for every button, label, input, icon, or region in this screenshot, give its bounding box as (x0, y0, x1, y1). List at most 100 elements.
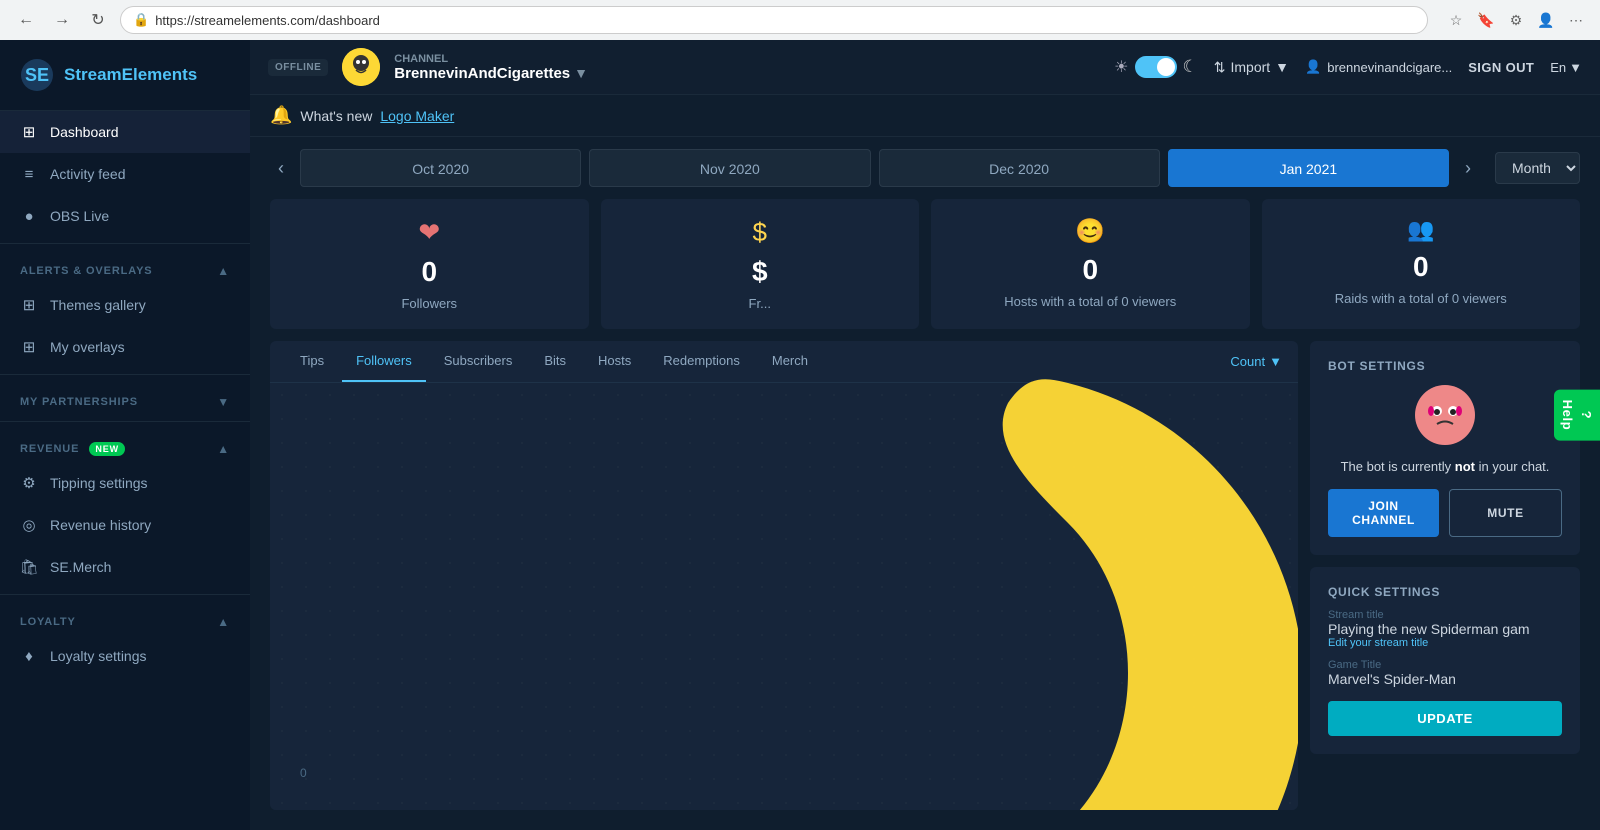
tab-tips[interactable]: Tips (286, 341, 338, 382)
app-layout: SE StreamElements ⊞ Dashboard ≡ Activity… (0, 40, 1600, 830)
stat-card-hosts: 😊 0 Hosts with a total of 0 viewers (931, 199, 1250, 329)
game-title-value: Marvel's Spider-Man (1328, 671, 1562, 687)
channel-dropdown-icon[interactable]: ▼ (574, 65, 588, 81)
hosts-label: Hosts with a total of 0 viewers (1004, 294, 1176, 309)
help-button[interactable]: ? Help (1554, 390, 1600, 441)
sidebar-item-dashboard[interactable]: ⊞ Dashboard (0, 111, 250, 153)
tab-followers[interactable]: Followers (342, 341, 426, 382)
section-alerts-overlays: ALERTS & OVERLAYS ▲ (0, 250, 250, 284)
raids-value: 0 (1413, 251, 1429, 283)
tipping-settings-icon: ⚙ (20, 474, 38, 492)
sidebar-item-se-merch[interactable]: 🛍 SE.Merch (0, 546, 250, 588)
game-title-field: Game Title Marvel's Spider-Man (1328, 659, 1562, 687)
sun-icon: ☀ (1114, 57, 1128, 77)
star-icon[interactable]: ☆ (1444, 8, 1468, 32)
divider-4 (0, 594, 250, 595)
month-oct-2020-button[interactable]: Oct 2020 (300, 149, 581, 187)
tips-label: Fr... (749, 296, 771, 311)
tab-subscribers[interactable]: Subscribers (430, 341, 527, 382)
bot-status-text: The bot is currently not in your chat. (1341, 457, 1550, 477)
sidebar: SE StreamElements ⊞ Dashboard ≡ Activity… (0, 40, 250, 830)
bot-settings-title: BOT SETTINGS (1328, 359, 1425, 373)
stat-card-tips: $ $ Fr... (601, 199, 920, 329)
import-chevron-icon: ▼ (1275, 59, 1289, 75)
forward-button[interactable]: → (48, 6, 76, 34)
edit-stream-title-link[interactable]: Edit your stream title (1328, 637, 1562, 649)
import-button[interactable]: ⇅ Import ▼ (1214, 59, 1289, 76)
section-partnerships: MY PARTNERSHIPS ▼ (0, 381, 250, 415)
signout-button[interactable]: SIGN OUT (1468, 60, 1534, 75)
stream-title-value: Playing the new Spiderman gam (1328, 621, 1562, 637)
bot-settings-card: BOT SETTINGS (1310, 341, 1580, 555)
sidebar-item-revenue-history[interactable]: ◎ Revenue history (0, 504, 250, 546)
activity-feed-icon: ≡ (20, 165, 38, 183)
help-icon: ? (1579, 411, 1594, 420)
sidebar-item-tipping-settings[interactable]: ⚙ Tipping settings (0, 462, 250, 504)
logo-text: StreamElements (64, 65, 197, 85)
tab-merch[interactable]: Merch (758, 341, 822, 382)
tab-hosts[interactable]: Hosts (584, 341, 645, 382)
browser-icons: ☆ 🔖 ⚙ 👤 ⋯ (1444, 8, 1588, 32)
menu-icon[interactable]: ⋯ (1564, 8, 1588, 32)
raids-label: Raids with a total of 0 viewers (1335, 291, 1507, 306)
chart-grid (270, 383, 1298, 810)
raids-icon: 👥 (1407, 217, 1434, 243)
refresh-button[interactable]: ↻ (84, 6, 112, 34)
quick-settings-title: QUICK SETTINGS (1328, 585, 1562, 599)
obs-live-icon: ● (20, 207, 38, 225)
divider-3 (0, 421, 250, 422)
streamelements-logo-icon: SE (20, 58, 54, 92)
sidebar-item-obs-live[interactable]: ● OBS Live (0, 195, 250, 237)
stat-card-raids: 👥 0 Raids with a total of 0 viewers (1262, 199, 1581, 329)
user-avatar-icon[interactable]: 👤 (1534, 8, 1558, 32)
game-title-label: Game Title (1328, 659, 1562, 671)
hosts-icon: 😊 (1075, 217, 1105, 246)
tab-redemptions[interactable]: Redemptions (649, 341, 754, 382)
month-nov-2020-button[interactable]: Nov 2020 (589, 149, 870, 187)
bot-avatar (1415, 385, 1475, 445)
tab-bits[interactable]: Bits (530, 341, 580, 382)
logo-maker-link[interactable]: Logo Maker (380, 108, 454, 124)
update-button[interactable]: UPDATE (1328, 701, 1562, 736)
count-filter-button[interactable]: Count ▼ (1230, 346, 1282, 377)
month-jan-2021-button[interactable]: Jan 2021 (1168, 149, 1449, 187)
main-wrapper: OFFLINE CHANNEL BrennevinAndCigarettes ▼ (250, 40, 1600, 830)
offline-badge: OFFLINE (268, 59, 328, 76)
bot-buttons: JOIN CHANNEL MUTE (1328, 489, 1562, 537)
themes-gallery-icon: ⊞ (20, 296, 38, 314)
dark-mode-toggle[interactable] (1135, 56, 1177, 78)
user-info[interactable]: 👤 brennevinandcigare... (1305, 59, 1452, 75)
new-badge: NEW (89, 442, 125, 456)
revenue-history-icon: ◎ (20, 516, 38, 534)
theme-toggle[interactable]: ☀ ☾ (1114, 56, 1198, 78)
prev-month-button[interactable]: ‹ (270, 154, 292, 183)
loyalty-chevron-up-icon: ▲ (217, 615, 230, 629)
chart-section: Tips Followers Subscribers Bits Hosts Re… (270, 341, 1298, 810)
period-select[interactable]: Month (1495, 152, 1580, 184)
sidebar-item-my-overlays[interactable]: ⊞ My overlays (0, 326, 250, 368)
next-month-button[interactable]: › (1457, 154, 1479, 183)
chart-tabs: Tips Followers Subscribers Bits Hosts Re… (270, 341, 1298, 383)
import-icon: ⇅ (1214, 59, 1226, 76)
sidebar-item-loyalty-settings[interactable]: ♦ Loyalty settings (0, 635, 250, 677)
sidebar-item-themes-gallery[interactable]: ⊞ Themes gallery (0, 284, 250, 326)
my-overlays-icon: ⊞ (20, 338, 38, 356)
extensions-icon[interactable]: ⚙ (1504, 8, 1528, 32)
bookmark-icon[interactable]: 🔖 (1474, 8, 1498, 32)
content-area: Tips Followers Subscribers Bits Hosts Re… (250, 341, 1600, 830)
browser-bar: ← → ↻ 🔒 https://streamelements.com/dashb… (0, 0, 1600, 40)
chevron-down-icon: ▼ (217, 395, 230, 409)
month-dec-2020-button[interactable]: Dec 2020 (879, 149, 1160, 187)
url-bar[interactable]: 🔒 https://streamelements.com/dashboard (120, 6, 1428, 34)
language-button[interactable]: En ▼ (1550, 60, 1582, 75)
join-channel-button[interactable]: JOIN CHANNEL (1328, 489, 1439, 537)
mute-button[interactable]: MUTE (1449, 489, 1562, 537)
followers-icon: ❤ (418, 217, 440, 248)
revenue-chevron-up-icon: ▲ (217, 442, 230, 456)
main-content: 🔔 What's new Logo Maker ‹ Oct 2020 Nov 2… (250, 95, 1600, 830)
loyalty-settings-icon: ♦ (20, 647, 38, 665)
stream-title-label: Stream title (1328, 609, 1562, 621)
back-button[interactable]: ← (12, 6, 40, 34)
channel-name: BrennevinAndCigarettes (394, 65, 570, 82)
sidebar-item-activity-feed[interactable]: ≡ Activity feed (0, 153, 250, 195)
